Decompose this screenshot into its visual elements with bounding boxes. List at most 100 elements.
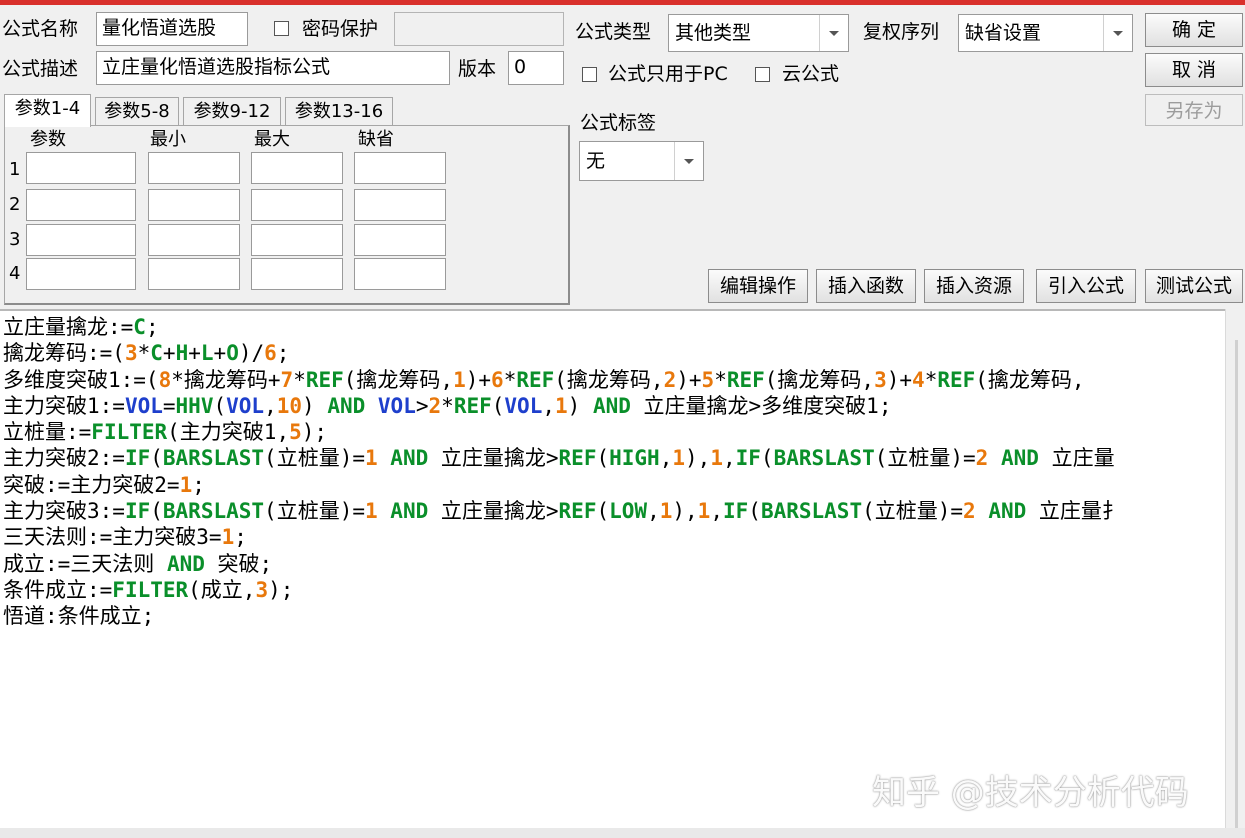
code-text-token: ); <box>301 420 328 445</box>
param-3-min-input[interactable] <box>148 224 240 256</box>
code-text-token: 立桩量:= <box>3 420 92 445</box>
chevron-down-icon[interactable] <box>1103 15 1132 51</box>
window-bottom-edge <box>0 828 1245 838</box>
code-text-token: , <box>647 499 660 524</box>
code-text-token: (成立, <box>188 577 256 602</box>
code-line: 三天法则:=主力突破3=1; <box>3 524 1123 550</box>
code-keyword: BARSLAST <box>162 499 265 524</box>
formula-desc-field[interactable]: 立庄量化悟道选股指标公式 <box>96 51 450 85</box>
code-text-token: 成立:=三天法则 <box>3 551 167 576</box>
tab-params-5-8[interactable]: 参数5-8 <box>95 97 179 125</box>
code-text: 立庄量擒龙:=C; 擒龙筹码:=(3*C+H+L+O)/6; 多维度突破1:=(8*… <box>3 314 1123 630</box>
param-3-max-input[interactable] <box>251 224 343 256</box>
chevron-down-icon[interactable] <box>674 142 703 180</box>
code-text-token: (立桩量)= <box>874 446 976 471</box>
code-text-token: )+ <box>465 367 492 392</box>
tab-params-9-12[interactable]: 参数9-12 <box>183 97 281 125</box>
param-4-min-input[interactable] <box>148 258 240 290</box>
code-text-token: 突破:=主力突破2= <box>3 472 180 497</box>
code-text-token: * <box>924 367 938 392</box>
code-keyword: REF <box>558 446 597 471</box>
param-1-name-input[interactable] <box>26 152 136 184</box>
code-text-token: (立桩量)= <box>264 499 365 524</box>
version-field[interactable]: 0 <box>508 51 564 85</box>
param-1-max-input[interactable] <box>251 152 343 184</box>
test-formula-button[interactable]: 测试公式 <box>1145 269 1243 303</box>
param-3-name-input[interactable] <box>26 224 136 256</box>
code-text-token: (擒龙筹码, <box>975 367 1085 392</box>
tab-params-1-4[interactable]: 参数1-4 <box>4 94 91 127</box>
password-field[interactable] <box>394 12 564 46</box>
code-text-token: ( <box>150 499 163 524</box>
chevron-down-icon[interactable] <box>819 15 848 51</box>
cloud-formula-checkbox[interactable] <box>755 67 770 82</box>
code-line: 主力突破2:=IF(BARSLAST(立桩量)=1 AND 立庄量擒龙>REF(… <box>3 445 1123 471</box>
code-keyword: L <box>200 341 214 366</box>
code-text-token: ( <box>596 499 610 524</box>
param-4-name-input[interactable] <box>26 258 136 290</box>
tab-params-13-16[interactable]: 参数13-16 <box>285 97 393 125</box>
code-text-token: + <box>213 341 227 366</box>
password-protect-checkbox[interactable] <box>274 21 289 36</box>
code-keyword: REF <box>726 367 765 392</box>
param-1-min-input[interactable] <box>148 152 240 184</box>
code-number: 3 <box>124 341 138 366</box>
code-text-token: )+ <box>886 367 913 392</box>
scrollbar-thumb[interactable] <box>1235 340 1238 832</box>
formula-tag-value: 无 <box>586 150 606 172</box>
code-line: 悟道:条件成立; <box>3 603 1123 629</box>
code-text-token: 立庄量擒龙>多维度突破1; <box>630 393 892 418</box>
code-text-token: 多维度突破1:=( <box>3 367 159 392</box>
param-row-number: 4 <box>9 263 21 284</box>
code-text-token: 主力突破1:= <box>3 393 125 418</box>
code-text-token: 主力突破3:= <box>3 499 125 524</box>
code-number: 1 <box>710 446 723 471</box>
param-2-name-input[interactable] <box>26 189 136 221</box>
insert-resource-button[interactable]: 插入资源 <box>924 269 1024 303</box>
code-keyword: LOW <box>609 499 648 524</box>
formula-type-select[interactable]: 其他类型 <box>668 14 849 52</box>
code-text-token: ) <box>302 393 328 418</box>
code-text-token: ); <box>268 577 294 602</box>
param-1-default-input[interactable] <box>354 152 446 184</box>
rights-sequence-select[interactable]: 缺省设置 <box>958 14 1133 52</box>
code-keyword: AND <box>988 499 1027 524</box>
code-number: 5 <box>289 420 302 445</box>
code-line: 突破:=主力突破2=1; <box>3 472 1123 498</box>
param-4-default-input[interactable] <box>354 258 446 290</box>
code-text-token: , <box>710 499 723 524</box>
code-keyword: C <box>150 341 163 366</box>
code-keyword: IF <box>735 446 761 471</box>
insert-function-button[interactable]: 插入函数 <box>816 269 916 303</box>
formula-name-field[interactable]: 量化悟道选股 <box>96 12 248 46</box>
window-top-accent <box>0 0 1245 5</box>
param-4-max-input[interactable] <box>251 258 343 290</box>
code-text-token: (擒龙筹码, <box>764 367 875 392</box>
cancel-button[interactable]: 取 消 <box>1145 53 1243 87</box>
param-2-max-input[interactable] <box>251 189 343 221</box>
code-text-token: , <box>722 446 736 471</box>
param-2-min-input[interactable] <box>148 189 240 221</box>
ok-button[interactable]: 确 定 <box>1145 13 1243 47</box>
import-formula-button[interactable]: 引入公式 <box>1036 269 1136 303</box>
code-number: 1 <box>659 499 673 524</box>
formula-type-value: 其他类型 <box>675 22 752 44</box>
param-3-default-input[interactable] <box>354 224 446 256</box>
cloud-formula-label: 云公式 <box>782 63 840 85</box>
code-keyword: REF <box>516 367 555 392</box>
formula-tag-select[interactable]: 无 <box>579 141 704 181</box>
code-keyword: FILTER <box>91 420 168 445</box>
pc-only-checkbox[interactable] <box>582 67 597 82</box>
code-keyword: O <box>226 341 239 366</box>
code-text-token: 立庄量 <box>1038 446 1115 471</box>
code-text-token: )/ <box>238 341 265 366</box>
code-text-token: ( <box>213 393 227 418</box>
code-editor[interactable]: 立庄量擒龙:=C; 擒龙筹码:=(3*C+H+L+O)/6; 多维度突破1:=(8*… <box>0 309 1225 828</box>
save-as-button[interactable]: 另存为 <box>1145 94 1243 126</box>
param-2-default-input[interactable] <box>354 189 446 221</box>
code-text-token: ; <box>234 525 247 550</box>
edit-operation-button[interactable]: 编辑操作 <box>708 269 808 303</box>
code-line: 主力突破3:=IF(BARSLAST(立桩量)=1 AND 立庄量擒龙>REF(… <box>3 498 1123 524</box>
